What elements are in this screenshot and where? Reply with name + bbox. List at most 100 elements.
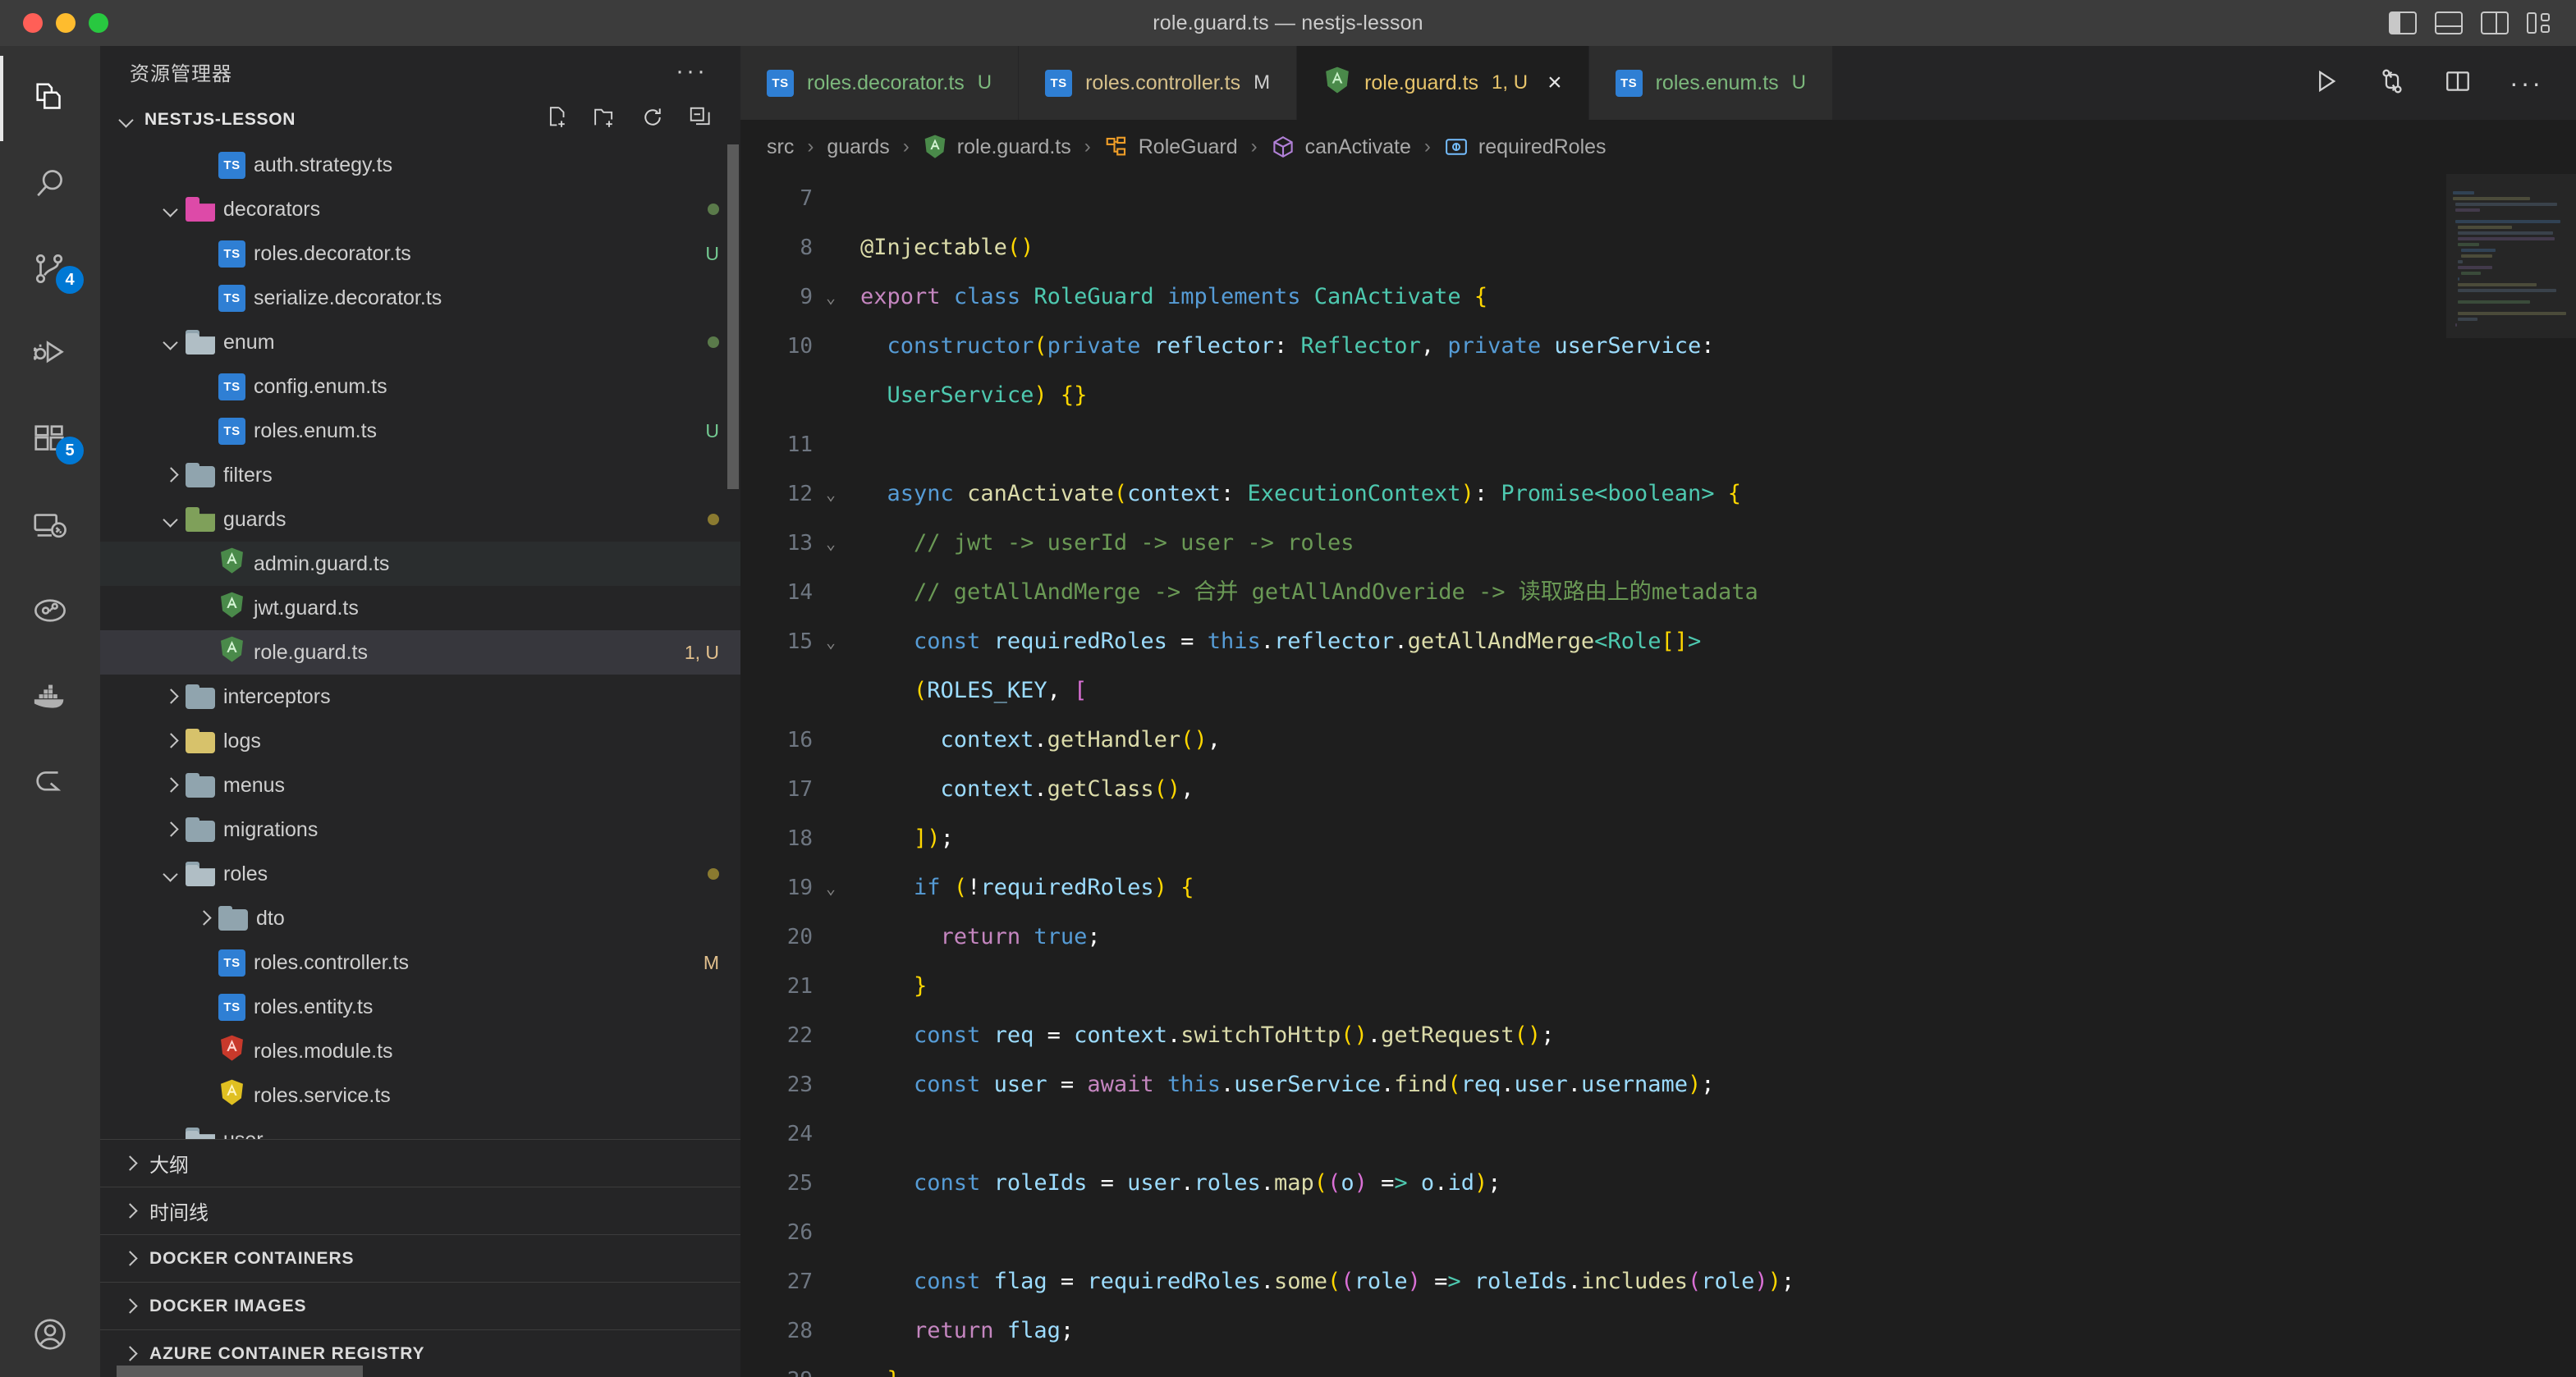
code-line[interactable]: 15 ⌄ const requiredRoles = this.reflector… bbox=[740, 617, 2446, 666]
tree-row-enum[interactable]: enum bbox=[100, 320, 740, 364]
compare-changes-icon[interactable] bbox=[2378, 67, 2406, 99]
code-editor[interactable]: 7 8 @Injectable() 9 ⌄ export class RoleGuard… bbox=[740, 174, 2576, 1377]
more-actions-icon[interactable]: ··· bbox=[2510, 70, 2543, 96]
chevron-right-icon[interactable] bbox=[195, 910, 212, 926]
code-line[interactable]: 9 ⌄ export class RoleGuard implements CanA… bbox=[740, 272, 2446, 322]
activity-item-explorer[interactable] bbox=[0, 56, 100, 141]
maximize-window-button[interactable] bbox=[89, 13, 108, 33]
chevron-right-icon[interactable] bbox=[163, 777, 179, 794]
tab-roles-enum-ts[interactable]: TS roles.enum.ts U bbox=[1588, 46, 1833, 120]
tree-row-dto[interactable]: dto bbox=[100, 896, 740, 940]
tree-row-menus[interactable]: menus bbox=[100, 763, 740, 807]
chevron-down-icon[interactable] bbox=[163, 334, 179, 350]
activity-item-run-and-debug[interactable] bbox=[0, 312, 100, 397]
chevron-down-icon[interactable] bbox=[163, 1132, 179, 1139]
activity-item-docker[interactable] bbox=[0, 653, 100, 739]
tree-row-roles-decorator-ts[interactable]: TS roles.decorator.ts U bbox=[100, 231, 740, 276]
close-icon[interactable]: × bbox=[1547, 71, 1562, 95]
chevron-right-icon[interactable] bbox=[163, 733, 179, 749]
code-line[interactable]: 11 bbox=[740, 420, 2446, 469]
refresh-icon[interactable] bbox=[640, 105, 665, 135]
panel-docker-images[interactable]: DOCKER IMAGES bbox=[100, 1282, 740, 1329]
fold-indicator[interactable]: ⌄ bbox=[813, 272, 849, 322]
code-line[interactable]: 27 const flag = requiredRoles.some((role… bbox=[740, 1257, 2446, 1306]
panel-timeline[interactable]: 时间线 bbox=[100, 1187, 740, 1234]
code-line[interactable]: 18 ]); bbox=[740, 814, 2446, 863]
tree-row-role-guard-ts[interactable]: role.guard.ts 1, U bbox=[100, 630, 740, 675]
code-line[interactable]: 14 // getAllAndMerge -> 合并 getAllAndOver… bbox=[740, 568, 2446, 617]
tab-roles-controller-ts[interactable]: TS roles.controller.ts M bbox=[1019, 46, 1298, 120]
code-line[interactable]: 24 bbox=[740, 1109, 2446, 1159]
fold-indicator[interactable]: ⌄ bbox=[813, 519, 849, 568]
code-line[interactable]: UserService) {} bbox=[740, 371, 2446, 420]
fold-indicator[interactable]: ⌄ bbox=[813, 469, 849, 519]
split-editor-icon[interactable] bbox=[2444, 67, 2472, 99]
chevron-down-icon[interactable] bbox=[163, 511, 179, 528]
tree-row-admin-guard-ts[interactable]: admin.guard.ts bbox=[100, 542, 740, 586]
code-line[interactable]: (ROLES_KEY, [ bbox=[740, 666, 2446, 716]
run-icon[interactable] bbox=[2312, 67, 2340, 99]
new-folder-icon[interactable] bbox=[593, 105, 617, 135]
code-line[interactable]: 25 const roleIds = user.roles.map((o) =>… bbox=[740, 1159, 2446, 1208]
activity-item-gitlens[interactable] bbox=[0, 568, 100, 653]
tree-row-migrations[interactable]: migrations bbox=[100, 807, 740, 852]
collapse-all-icon[interactable] bbox=[688, 105, 713, 135]
tree-row-roles-entity-ts[interactable]: TS roles.entity.ts bbox=[100, 985, 740, 1029]
tab-role-guard-ts[interactable]: role.guard.ts 1, U × bbox=[1297, 46, 1589, 120]
breadcrumb-item-method[interactable]: canActivate bbox=[1271, 135, 1411, 160]
tree-row-auth-strategy-ts[interactable]: TS auth.strategy.ts bbox=[100, 143, 740, 187]
project-section-header[interactable]: NESTJS-LESSON bbox=[100, 97, 740, 143]
chevron-right-icon[interactable] bbox=[163, 688, 179, 705]
code-line[interactable]: 12 ⌄ async canActivate(context: Execution… bbox=[740, 469, 2446, 519]
fold-indicator[interactable]: ⌄ bbox=[813, 617, 849, 666]
toggle-secondary-sidebar-icon[interactable] bbox=[2481, 11, 2509, 34]
tree-row-roles-enum-ts[interactable]: TS roles.enum.ts U bbox=[100, 409, 740, 453]
code-content[interactable]: 7 8 @Injectable() 9 ⌄ export class RoleGuard… bbox=[740, 174, 2446, 1377]
tree-row-logs[interactable]: logs bbox=[100, 719, 740, 763]
panel-docker-containers[interactable]: DOCKER CONTAINERS bbox=[100, 1234, 740, 1282]
code-line[interactable]: 26 bbox=[740, 1208, 2446, 1257]
code-line[interactable]: 28 return flag; bbox=[740, 1306, 2446, 1356]
breadcrumb-item-file[interactable]: role.guard.ts bbox=[923, 134, 1071, 160]
code-line[interactable]: 8 @Injectable() bbox=[740, 223, 2446, 272]
activity-item-search[interactable] bbox=[0, 141, 100, 226]
code-line[interactable]: 17 context.getClass(), bbox=[740, 765, 2446, 814]
file-tree[interactable]: TS auth.strategy.ts decorators TS roles.deco… bbox=[100, 143, 740, 1139]
toggle-panel-icon[interactable] bbox=[2435, 11, 2463, 34]
sidebar-more-actions-icon[interactable]: ··· bbox=[676, 59, 740, 84]
code-line[interactable]: 29 } bbox=[740, 1356, 2446, 1377]
code-line[interactable]: 7 bbox=[740, 174, 2446, 223]
code-line[interactable]: 10 constructor(private reflector: Reflec… bbox=[740, 322, 2446, 371]
activity-item-source-control[interactable]: 4 bbox=[0, 226, 100, 312]
tree-row-user[interactable]: user bbox=[100, 1118, 740, 1139]
activity-item-azure[interactable] bbox=[0, 739, 100, 824]
activity-item-remote-explorer[interactable] bbox=[0, 483, 100, 568]
code-line[interactable]: 22 const req = context.switchToHttp().ge… bbox=[740, 1011, 2446, 1060]
sidebar-horizontal-scrollbar[interactable] bbox=[117, 1366, 363, 1377]
chevron-right-icon[interactable] bbox=[163, 821, 179, 838]
tree-row-serialize-decorator-ts[interactable]: TS serialize.decorator.ts bbox=[100, 276, 740, 320]
tree-row-roles-module-ts[interactable]: roles.module.ts bbox=[100, 1029, 740, 1073]
code-line[interactable]: 16 context.getHandler(), bbox=[740, 716, 2446, 765]
tree-row-jwt-guard-ts[interactable]: jwt.guard.ts bbox=[100, 586, 740, 630]
minimize-window-button[interactable] bbox=[56, 13, 76, 33]
code-line[interactable]: 13 ⌄ // jwt -> userId -> user -> roles bbox=[740, 519, 2446, 568]
panel-outline[interactable]: 大纲 bbox=[100, 1139, 740, 1187]
tree-row-roles-controller-ts[interactable]: TS roles.controller.ts M bbox=[100, 940, 740, 985]
toggle-primary-sidebar-icon[interactable] bbox=[2389, 11, 2417, 34]
tree-row-roles-service-ts[interactable]: roles.service.ts bbox=[100, 1073, 740, 1118]
chevron-down-icon[interactable] bbox=[163, 201, 179, 217]
tree-row-filters[interactable]: filters bbox=[100, 453, 740, 497]
new-file-icon[interactable] bbox=[545, 105, 570, 135]
tree-row-decorators[interactable]: decorators bbox=[100, 187, 740, 231]
breadcrumb-item-src[interactable]: src bbox=[767, 135, 794, 159]
sidebar-vertical-scrollbar[interactable] bbox=[727, 144, 739, 489]
customize-layout-icon[interactable] bbox=[2527, 11, 2555, 34]
activity-item-account[interactable] bbox=[0, 1292, 100, 1377]
code-line[interactable]: 21 } bbox=[740, 962, 2446, 1011]
breadcrumb-item-class[interactable]: RoleGuard bbox=[1104, 135, 1238, 160]
tree-row-config-enum-ts[interactable]: TS config.enum.ts bbox=[100, 364, 740, 409]
window-controls[interactable] bbox=[0, 13, 108, 33]
fold-indicator[interactable]: ⌄ bbox=[813, 863, 849, 913]
breadcrumb-item-guards[interactable]: guards bbox=[827, 135, 889, 159]
